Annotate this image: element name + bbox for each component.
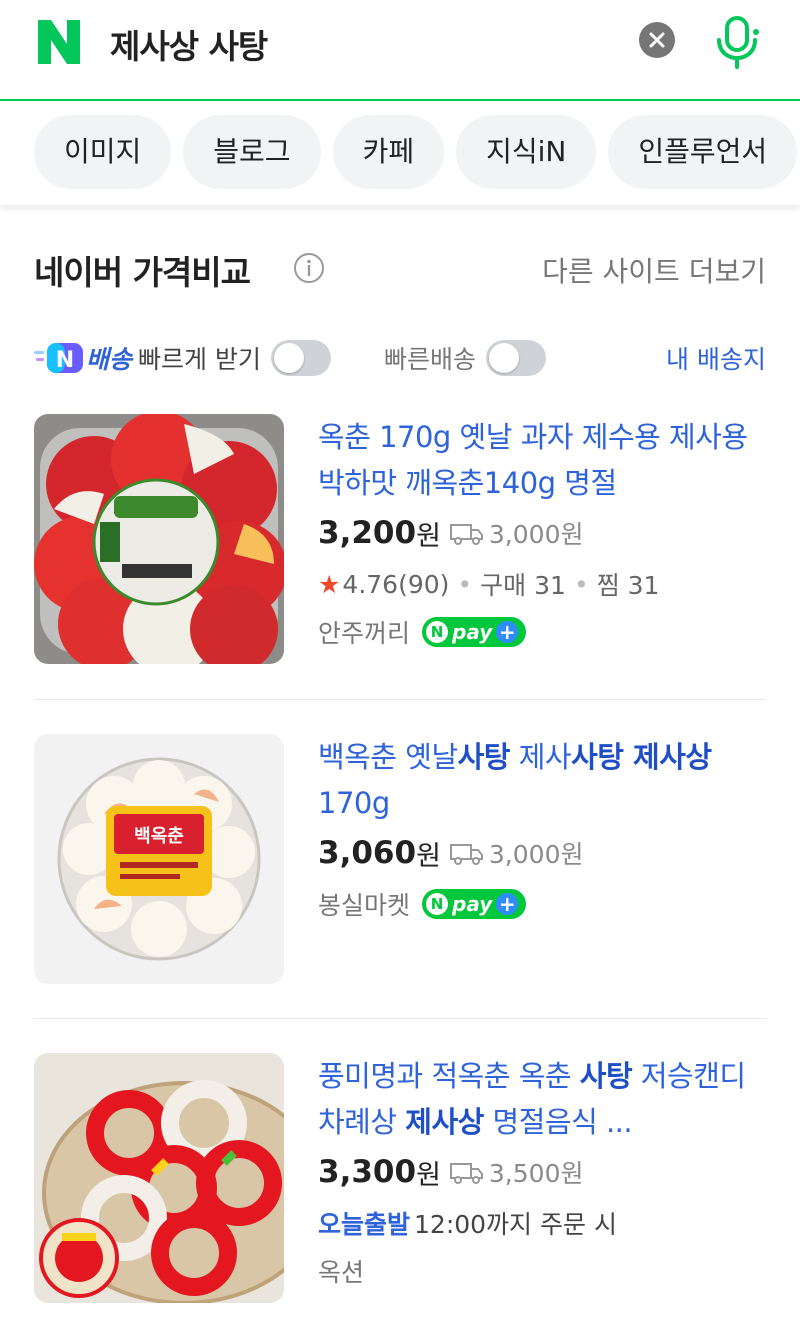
npay-plus-badge: Npay + bbox=[422, 889, 527, 919]
svg-text:N: N bbox=[56, 348, 74, 373]
today-shipping-label: 오늘출발 bbox=[318, 1210, 411, 1239]
divider bbox=[34, 699, 766, 700]
truck-icon bbox=[449, 844, 483, 865]
more-sites-link[interactable]: 다른 사이트 더보기 bbox=[542, 250, 766, 290]
quick-shipping-label: 빠른배송 bbox=[384, 345, 477, 374]
search-header: 제사상 사탕 bbox=[0, 0, 800, 101]
price-unit: 원 bbox=[416, 1159, 441, 1191]
seller-name[interactable]: 옥션 bbox=[318, 1253, 364, 1289]
npay-plus-badge: Npay + bbox=[422, 617, 527, 647]
truck-icon bbox=[449, 1163, 483, 1184]
seller-name[interactable]: 봉실마켓 bbox=[318, 886, 410, 922]
fast-delivery-toggle[interactable] bbox=[270, 340, 331, 376]
product-price: 3,060 bbox=[318, 835, 417, 871]
microphone-icon[interactable] bbox=[712, 14, 762, 70]
product-item[interactable]: 옥춘 170g 옛날 과자 제수용 제사용 박하맛 깨옥춘140g 명절 3,2… bbox=[34, 414, 766, 664]
shipping-fee: 3,500원 bbox=[488, 1159, 584, 1188]
info-icon[interactable] bbox=[293, 252, 325, 284]
tab-influencer[interactable]: 인플루언서 bbox=[608, 115, 798, 189]
section-title: 네이버 가격비교 bbox=[34, 253, 251, 292]
my-address-link[interactable]: 내 배송지 bbox=[666, 340, 766, 376]
svg-text:백옥춘: 백옥춘 bbox=[134, 826, 184, 847]
product-image[interactable] bbox=[34, 414, 284, 664]
tab-kin[interactable]: 지식iN bbox=[456, 115, 597, 189]
price-unit: 원 bbox=[416, 520, 441, 552]
shipping-fee: 3,000원 bbox=[488, 520, 584, 549]
star-icon: ★ bbox=[318, 569, 341, 599]
product-item[interactable]: 풍미명과 적옥춘 옥춘 사탕 저승캔디 차례상 제사상 명절음식 ... 3,3… bbox=[34, 1053, 766, 1303]
npay-delivery-icon: N bbox=[34, 343, 83, 373]
product-image[interactable]: 백옥춘 bbox=[34, 734, 284, 984]
product-image[interactable] bbox=[34, 1053, 284, 1303]
search-query-input[interactable]: 제사상 사탕 bbox=[110, 20, 268, 68]
product-price: 3,200 bbox=[318, 515, 417, 551]
wish-count: 찜 31 bbox=[596, 571, 660, 600]
price-unit: 원 bbox=[416, 840, 441, 872]
product-price: 3,300 bbox=[318, 1154, 417, 1190]
fast-delivery-filter[interactable]: N 배송 빠르게 받기 bbox=[34, 336, 331, 380]
divider bbox=[34, 1018, 766, 1019]
tab-cafe[interactable]: 카페 bbox=[332, 115, 445, 189]
purchase-count: 구매 31 bbox=[480, 571, 566, 600]
seller-name[interactable]: 안주꺼리 bbox=[318, 614, 410, 650]
clear-search-button[interactable] bbox=[639, 22, 675, 58]
product-title[interactable]: 옥춘 170g 옛날 과자 제수용 제사용 박하맛 깨옥춘140g 명절 bbox=[318, 414, 768, 506]
truck-icon bbox=[449, 524, 483, 545]
delivery-label: 빠르게 받기 bbox=[138, 345, 261, 374]
tab-images[interactable]: 이미지 bbox=[34, 115, 172, 189]
product-item[interactable]: 백옥춘 백옥춘 옛날사탕 제사사탕 제사상 170g 3,060 원 3,000… bbox=[34, 734, 766, 984]
quick-shipping-filter[interactable]: 빠른배송 bbox=[384, 336, 547, 380]
shipping-fee: 3,000원 bbox=[488, 840, 584, 869]
search-tabs: 이미지 블로그 카페 지식iN 인플루언서 bbox=[0, 101, 800, 205]
tab-blog[interactable]: 블로그 bbox=[183, 115, 321, 189]
today-shipping-detail: 12:00까지 주문 시 bbox=[414, 1210, 617, 1239]
rating-value: 4.76 bbox=[342, 569, 399, 599]
product-title[interactable]: 백옥춘 옛날사탕 제사사탕 제사상 170g bbox=[318, 734, 768, 826]
product-title[interactable]: 풍미명과 적옥춘 옥춘 사탕 저승캔디 차례상 제사상 명절음식 ... bbox=[318, 1053, 768, 1145]
close-icon bbox=[649, 32, 665, 48]
review-count[interactable]: (90) bbox=[398, 570, 449, 599]
naver-logo-icon[interactable] bbox=[34, 18, 84, 66]
delivery-prefix: 배송 bbox=[86, 345, 133, 374]
quick-shipping-toggle[interactable] bbox=[486, 340, 547, 376]
